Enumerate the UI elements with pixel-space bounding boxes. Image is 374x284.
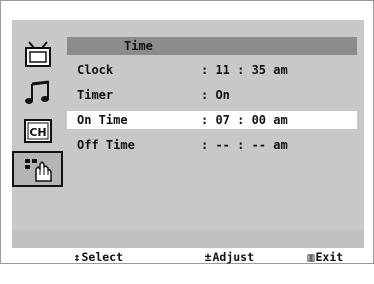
hint-exit: ▥Exit <box>266 230 344 284</box>
row-value: : 11 : 35 am <box>201 63 288 77</box>
plus-minus-icon: ± <box>204 250 212 264</box>
menu-row-timer[interactable]: Timer : On <box>67 86 357 104</box>
hint-select-label: Select <box>81 250 124 264</box>
menu-row-off-time[interactable]: Off Time : -- : -- am <box>67 136 357 154</box>
menu-row-clock[interactable]: Clock : 11 : 35 am <box>67 61 357 79</box>
menu-title-bar: Time <box>67 37 357 55</box>
row-value: : On <box>201 88 230 102</box>
row-value: : -- : -- am <box>201 138 288 152</box>
hint-exit-label: Exit <box>315 250 344 264</box>
menu-exit-icon: ▥ <box>307 250 315 264</box>
setup-hand-icon[interactable] <box>12 151 63 187</box>
updown-arrow-icon: ↕ <box>73 250 81 264</box>
sound-music-note-icon[interactable] <box>12 75 63 111</box>
tv-picture-icon[interactable] <box>12 37 63 73</box>
hint-adjust: ±Adjust <box>163 230 254 284</box>
menu-title: Time <box>124 39 153 53</box>
hint-select: ↕Select <box>32 230 123 284</box>
row-label: On Time <box>77 113 128 127</box>
svg-text:CH: CH <box>29 126 46 139</box>
hint-adjust-label: Adjust <box>212 250 255 264</box>
row-value: : 07 : 00 am <box>201 113 288 127</box>
control-hint-bar: ↕Select ±Adjust ▥Exit <box>12 230 364 264</box>
tv-screen: CH Time Clock : 11 : 35 am Timer : On On… <box>0 0 374 264</box>
row-label: Clock <box>77 63 114 77</box>
row-label: Off Time <box>77 138 135 152</box>
row-label: Timer <box>77 88 114 102</box>
menu-icon-column: CH <box>12 37 65 189</box>
menu-row-on-time[interactable]: On Time : 07 : 00 am <box>67 111 357 129</box>
channel-ch-icon[interactable]: CH <box>12 113 63 149</box>
